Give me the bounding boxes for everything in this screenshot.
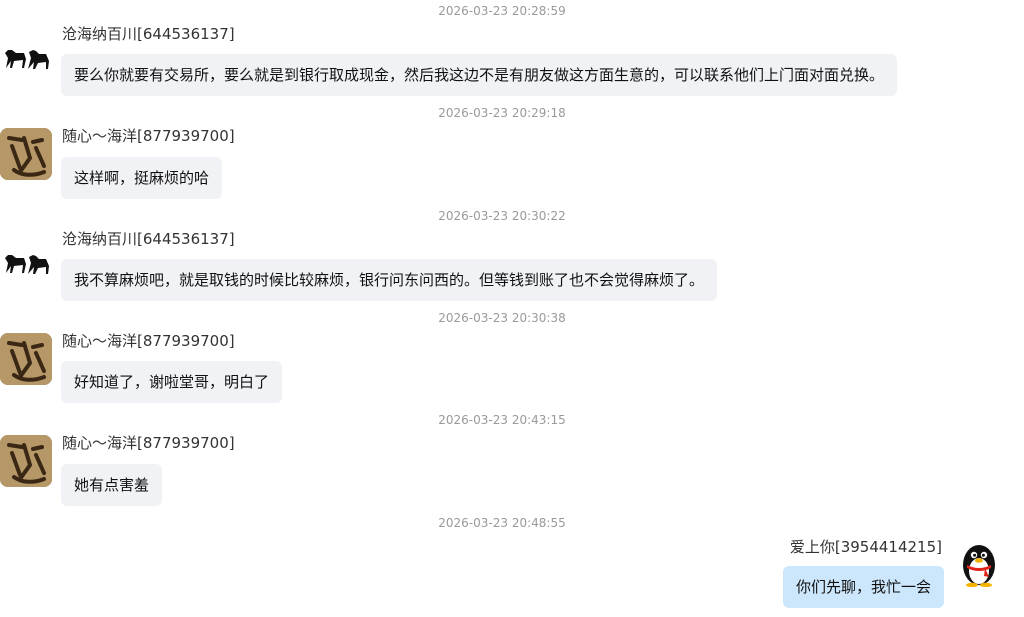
self-sender-name[interactable]: 爱上你[3954414215]: [790, 536, 942, 557]
calligraphy-avatar[interactable]: [0, 128, 52, 180]
horse-avatar[interactable]: [0, 231, 52, 283]
penguin-avatar[interactable]: [958, 541, 1000, 588]
sender-name[interactable]: 随心～海洋[877939700]: [62, 432, 235, 453]
self-message-bubble[interactable]: 你们先聊，我忙一会: [782, 566, 944, 608]
chat-history[interactable]: 2026-03-23 20:28:59 沧海纳百川[644536137] 要么你…: [0, 0, 1024, 617]
message-bubble[interactable]: 好知道了，谢啦堂哥，明白了: [61, 361, 283, 403]
sender-name[interactable]: 沧海纳百川[644536137]: [62, 228, 235, 249]
message-timestamp: 2026-03-23 20:48:55: [438, 516, 566, 530]
calligraphy-avatar[interactable]: [0, 435, 52, 487]
sender-name[interactable]: 随心～海洋[877939700]: [62, 125, 235, 146]
message-timestamp: 2026-03-23 20:29:18: [438, 106, 566, 120]
message-bubble[interactable]: 这样啊，挺麻烦的哈: [61, 157, 223, 199]
horse-avatar[interactable]: [0, 26, 52, 78]
sender-name[interactable]: 沧海纳百川[644536137]: [62, 23, 235, 44]
message-timestamp: 2026-03-23 20:30:38: [438, 311, 566, 325]
message-bubble[interactable]: 我不算麻烦吧，就是取钱的时候比较麻烦，银行问东问西的。但等钱到账了也不会觉得麻烦…: [61, 259, 718, 301]
message-bubble[interactable]: 她有点害羞: [61, 464, 163, 506]
calligraphy-avatar[interactable]: [0, 333, 52, 385]
message-timestamp: 2026-03-23 20:28:59: [438, 4, 566, 18]
message-bubble[interactable]: 要么你就要有交易所，要么就是到银行取成现金，然后我这边不是有朋友做这方面生意的，…: [61, 54, 898, 96]
message-timestamp: 2026-03-23 20:43:15: [438, 413, 566, 427]
message-timestamp: 2026-03-23 20:30:22: [438, 209, 566, 223]
sender-name[interactable]: 随心～海洋[877939700]: [62, 330, 235, 351]
